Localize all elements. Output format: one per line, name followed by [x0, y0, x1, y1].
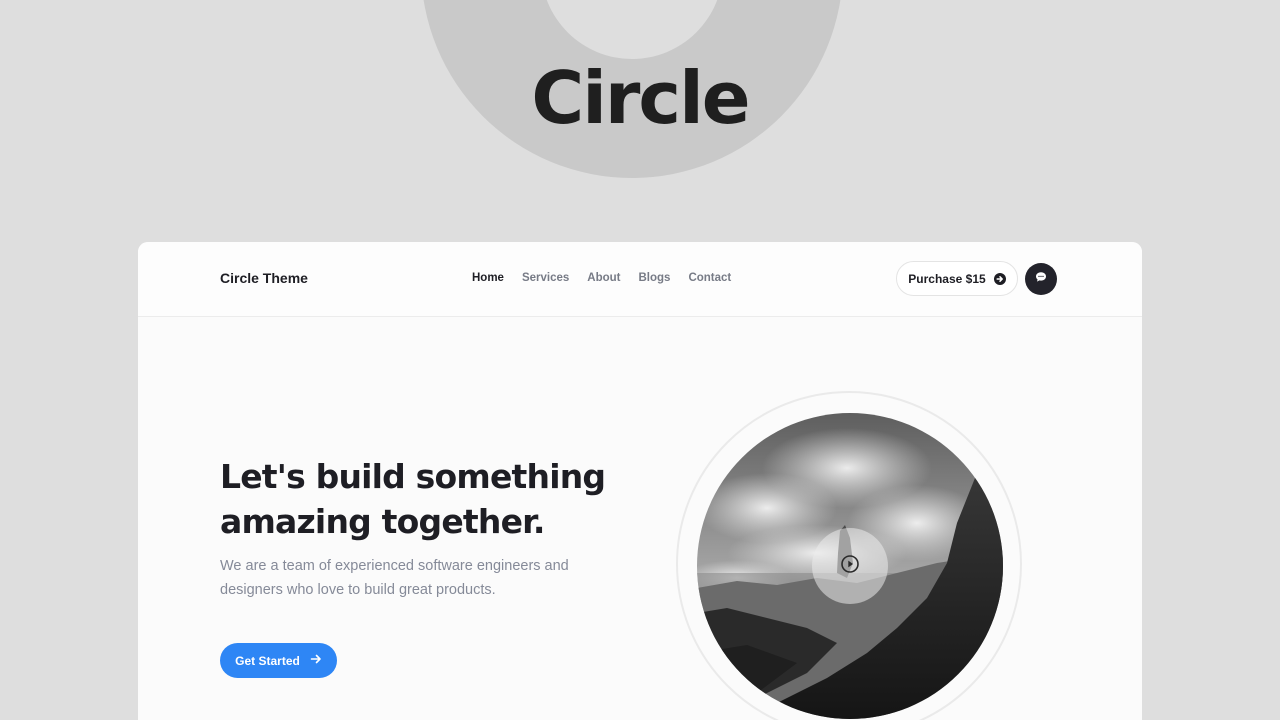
- hero-title: Let's build something amazing together.: [220, 454, 640, 544]
- website-preview: Circle Theme Home Services About Blogs C…: [138, 242, 1142, 720]
- nav-item-home[interactable]: Home: [472, 272, 504, 284]
- play-video-button[interactable]: [812, 528, 888, 604]
- purchase-button-label: Purchase $15: [908, 271, 986, 286]
- main-menu: Home Services About Blogs Contact: [472, 272, 731, 284]
- purchase-button[interactable]: Purchase $15: [896, 261, 1018, 296]
- get-started-label: Get Started: [235, 653, 300, 668]
- arrow-right-icon: [310, 653, 322, 668]
- site-logo[interactable]: Circle Theme: [220, 270, 308, 286]
- hero-description-line-1: We are a team of experienced software en…: [220, 558, 569, 574]
- hero-description-line-2: designers who love to build great produc…: [220, 582, 496, 598]
- banner-title: Circle: [531, 56, 750, 140]
- showcase-frame: Circle Circle Theme Home Services About …: [0, 0, 1280, 720]
- get-started-button[interactable]: Get Started: [220, 643, 337, 678]
- chat-button[interactable]: [1025, 263, 1057, 295]
- nav-item-blogs[interactable]: Blogs: [639, 272, 671, 284]
- hero-title-line-2: amazing together.: [220, 502, 545, 541]
- arrow-circle-right-icon: [993, 272, 1006, 285]
- site-header: Circle Theme Home Services About Blogs C…: [138, 242, 1142, 317]
- chat-bubble-icon: [1035, 270, 1047, 288]
- hero-description: We are a team of experienced software en…: [220, 554, 600, 602]
- nav-item-services[interactable]: Services: [522, 272, 569, 284]
- hero-title-line-1: Let's build something: [220, 457, 606, 496]
- nav-item-contact[interactable]: Contact: [688, 272, 731, 284]
- nav-item-about[interactable]: About: [587, 272, 620, 284]
- play-icon: [841, 554, 859, 578]
